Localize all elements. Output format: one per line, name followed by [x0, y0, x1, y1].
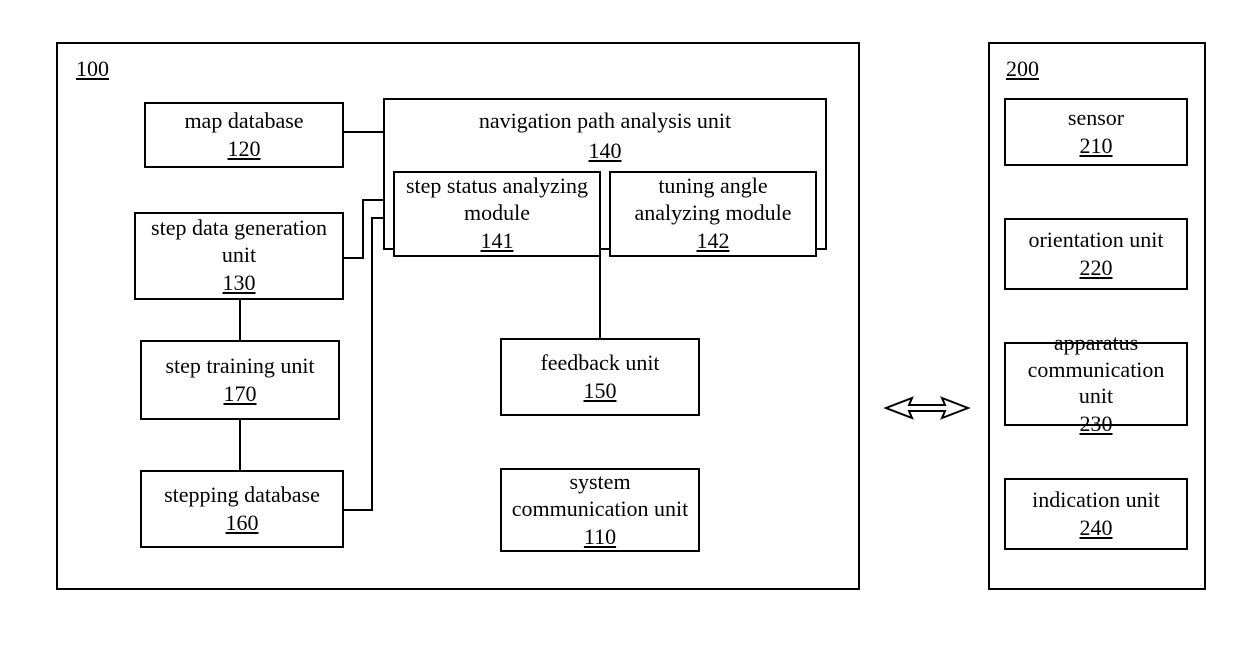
- tuning-angle-module-box: tuning angle analyzing module 142: [609, 171, 817, 257]
- map-database-num: 120: [228, 136, 261, 162]
- apparatus-comm-unit-num: 230: [1080, 411, 1113, 437]
- step-data-generation-title: step data generation unit: [136, 215, 342, 268]
- step-data-generation-box: step data generation unit 130: [134, 212, 344, 300]
- map-database-title: map database: [184, 108, 303, 134]
- orientation-unit-box: orientation unit 220: [1004, 218, 1188, 290]
- sys-comm-unit-title: system communication unit: [502, 469, 698, 522]
- orientation-unit-num: 220: [1080, 255, 1113, 281]
- sensor-num: 210: [1080, 133, 1113, 159]
- diagram-canvas: 100 map database 120 step data generatio…: [0, 0, 1240, 663]
- sys-comm-unit-num: 110: [584, 524, 616, 550]
- system-100-ref: 100: [76, 56, 109, 82]
- step-training-title: step training unit: [165, 353, 314, 379]
- tuning-angle-module-title: tuning angle analyzing module: [611, 173, 815, 226]
- step-status-module-num: 141: [481, 228, 514, 254]
- sys-comm-unit-box: system communication unit 110: [500, 468, 700, 552]
- feedback-unit-num: 150: [584, 378, 617, 404]
- stepping-database-num: 160: [226, 510, 259, 536]
- sensor-box: sensor 210: [1004, 98, 1188, 166]
- indication-unit-num: 240: [1080, 515, 1113, 541]
- apparatus-comm-unit-title: apparatus communication unit: [1006, 330, 1186, 409]
- step-data-generation-num: 130: [223, 270, 256, 296]
- map-database-box: map database 120: [144, 102, 344, 168]
- nav-unit-box: navigation path analysis unit 140 step s…: [383, 98, 827, 250]
- stepping-database-title: stepping database: [164, 482, 320, 508]
- feedback-unit-box: feedback unit 150: [500, 338, 700, 416]
- apparatus-comm-unit-box: apparatus communication unit 230: [1004, 342, 1188, 426]
- step-status-module-title: step status analyzing module: [395, 173, 599, 226]
- nav-unit-num: 140: [589, 138, 622, 164]
- stepping-database-box: stepping database 160: [140, 470, 344, 548]
- apparatus-200-ref: 200: [1006, 56, 1039, 82]
- tuning-angle-module-num: 142: [697, 228, 730, 254]
- indication-unit-box: indication unit 240: [1004, 478, 1188, 550]
- step-training-box: step training unit 170: [140, 340, 340, 420]
- feedback-unit-title: feedback unit: [540, 350, 659, 376]
- indication-unit-title: indication unit: [1032, 487, 1160, 513]
- nav-unit-title: navigation path analysis unit: [479, 104, 731, 134]
- step-training-num: 170: [224, 381, 257, 407]
- sensor-title: sensor: [1068, 105, 1124, 131]
- orientation-unit-title: orientation unit: [1028, 227, 1163, 253]
- step-status-module-box: step status analyzing module 141: [393, 171, 601, 257]
